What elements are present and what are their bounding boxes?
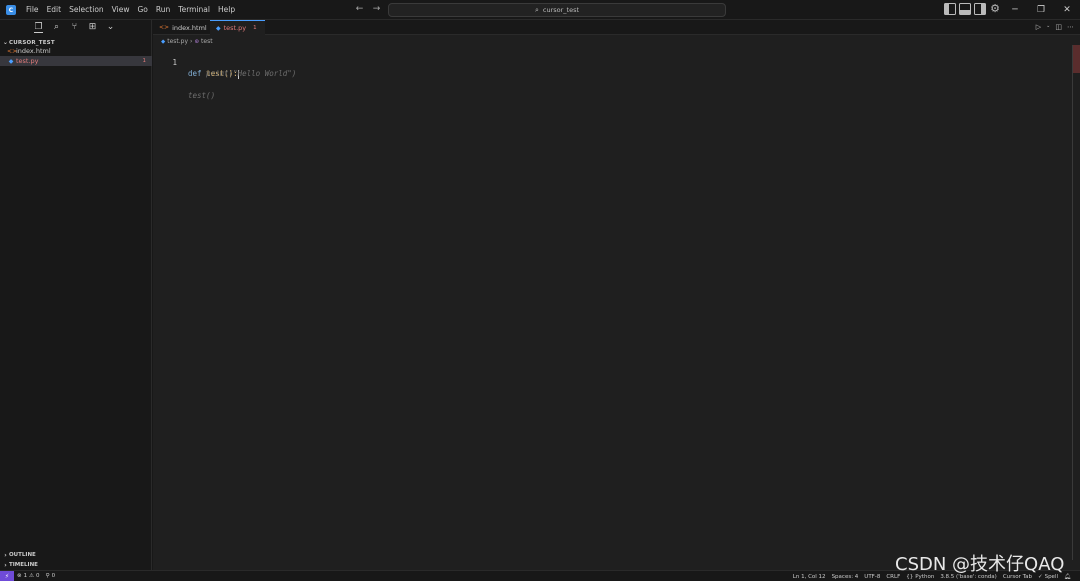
ports-icon: ⚲: [45, 573, 50, 579]
title-bar: C File Edit Selection View Go Run Termin…: [0, 0, 1080, 20]
html-file-icon: <>: [159, 24, 170, 31]
tab-index-html[interactable]: <> index.html: [153, 20, 210, 35]
chevron-down-icon[interactable]: ⌄: [1046, 23, 1050, 31]
tab-test-py[interactable]: ◆ test.py 1: [210, 20, 265, 35]
ghost-text: test(): [188, 91, 216, 100]
problems-indicator[interactable]: ⊗ 1 ⚠ 0: [14, 573, 43, 579]
breadcrumb-file[interactable]: test.py: [167, 38, 188, 45]
warning-icon: ⚠: [29, 573, 35, 579]
watermark-text: CSDN @技术仔QAQ: [895, 554, 1065, 575]
encoding[interactable]: UTF-8: [861, 574, 883, 580]
function-symbol-icon: ⊛: [194, 38, 200, 45]
menu-edit[interactable]: Edit: [43, 0, 66, 20]
minimap-divider: [1072, 45, 1073, 560]
close-window-button[interactable]: ✕: [1054, 0, 1080, 20]
menu-view[interactable]: View: [108, 0, 134, 20]
file-item-index-html[interactable]: <> index.html: [0, 46, 152, 56]
cursor-position[interactable]: Ln 1, Col 12: [790, 574, 829, 580]
minimize-button[interactable]: ─: [1002, 0, 1028, 20]
toggle-secondary-sidebar-icon[interactable]: [974, 3, 986, 15]
search-icon[interactable]: ⌕: [52, 22, 61, 33]
code-line: 1 def test():: [153, 46, 239, 79]
gear-icon[interactable]: ⚙: [989, 3, 1001, 15]
menu-go[interactable]: Go: [133, 0, 151, 20]
tab-label: index.html: [172, 23, 207, 32]
toggle-primary-sidebar-icon[interactable]: [944, 3, 956, 15]
back-arrow-icon[interactable]: ←: [354, 4, 365, 15]
restore-button[interactable]: ❐: [1028, 0, 1054, 20]
ports-indicator[interactable]: ⚲ 0: [43, 573, 59, 579]
error-icon: ⊗: [17, 573, 22, 579]
menu-selection[interactable]: Selection: [65, 0, 108, 20]
extensions-icon[interactable]: ⊞: [88, 22, 97, 33]
python-file-icon: ◆: [161, 38, 166, 45]
workspace-name: cursor_test: [542, 6, 580, 14]
problem-count-badge: 1: [253, 25, 257, 31]
breadcrumb-symbol[interactable]: test: [201, 38, 213, 45]
ghost-suggestion-line: test(): [153, 79, 215, 100]
ports-count: 0: [51, 573, 56, 579]
menu-bar: File Edit Selection View Go Run Terminal…: [22, 0, 239, 20]
indentation[interactable]: Spaces: 4: [829, 574, 862, 580]
ghost-text: print("Hello World"): [206, 69, 297, 78]
menu-run[interactable]: Run: [152, 0, 174, 20]
chevron-down-icon: ⌄: [2, 39, 9, 46]
search-icon: ⌕: [534, 5, 539, 14]
scrollbar-error-marker[interactable]: [1073, 45, 1080, 73]
python-file-icon: ◆: [216, 24, 221, 32]
tab-label: test.py: [223, 24, 247, 32]
sidebar: ❐ ⌕ ⑂ ⊞ ⌄ ⌄ CURSOR_TEST <> index.html ◆ …: [0, 20, 152, 570]
menu-terminal[interactable]: Terminal: [174, 0, 214, 20]
ghost-suggestion-line: print("Hello World"): [153, 57, 296, 78]
source-control-icon[interactable]: ⑂: [70, 22, 79, 33]
outline-section[interactable]: › OUTLINE: [2, 550, 152, 560]
run-icon[interactable]: ▷: [1036, 23, 1041, 31]
cursor-logo-icon: C: [6, 5, 16, 15]
chevron-right-icon: ›: [190, 38, 193, 45]
code-editor[interactable]: ◆ test.py › ⊛ test 1 def test(): print("…: [153, 35, 1080, 570]
chevron-right-icon: ›: [4, 561, 7, 569]
file-item-test-py[interactable]: ◆ test.py 1: [0, 56, 152, 66]
chevron-down-icon[interactable]: ⌄: [106, 22, 115, 33]
outline-label: OUTLINE: [9, 552, 36, 558]
forward-arrow-icon[interactable]: →: [371, 4, 382, 15]
timeline-label: TIMELINE: [9, 562, 38, 568]
file-name: test.py: [16, 57, 39, 65]
toggle-panel-icon[interactable]: [959, 3, 971, 15]
folder-name: CURSOR_TEST: [9, 39, 55, 46]
chevron-right-icon: ›: [4, 551, 7, 559]
more-actions-icon[interactable]: ⋯: [1067, 23, 1074, 31]
breadcrumb: ◆ test.py › ⊛ test: [161, 37, 213, 46]
html-file-icon: <>: [7, 47, 18, 55]
timeline-section[interactable]: › TIMELINE: [2, 560, 152, 570]
warning-count: 0: [36, 573, 40, 579]
problem-count-badge: 1: [142, 58, 147, 64]
error-count: 1: [23, 573, 28, 579]
command-center-search[interactable]: ⌕ cursor_test: [388, 3, 726, 17]
keyword-def: def: [188, 69, 202, 78]
file-name: index.html: [16, 47, 51, 55]
explorer-icon[interactable]: ❐: [34, 22, 43, 33]
menu-file[interactable]: File: [22, 0, 43, 20]
menu-help[interactable]: Help: [214, 0, 239, 20]
tab-bar: <> index.html ◆ test.py 1 ▷ ⌄ ◫ ⋯: [153, 20, 1080, 35]
python-file-icon: ◆: [8, 57, 14, 65]
remote-icon[interactable]: ⚡: [0, 570, 14, 581]
split-editor-icon[interactable]: ◫: [1055, 23, 1062, 31]
